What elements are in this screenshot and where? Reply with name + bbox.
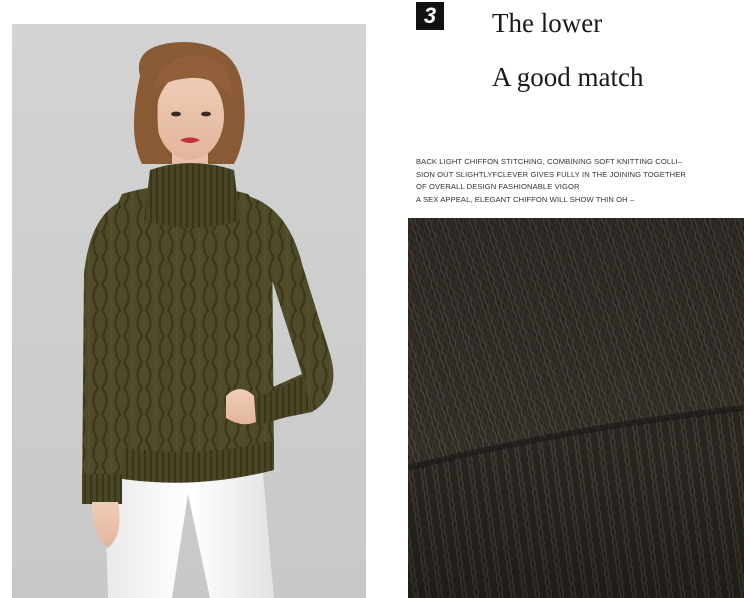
description-line: SION OUT SLIGHTLYFCLEVER GIVES FULLY IN … bbox=[416, 169, 687, 179]
headline-line-1: The lower bbox=[492, 8, 603, 38]
fabric-closeup-photo bbox=[408, 218, 744, 598]
turtleneck-collar bbox=[144, 163, 240, 228]
model-illustration bbox=[82, 42, 334, 598]
description-line: BACK LIGHT CHIFFON STITCHING, COMBINING … bbox=[416, 157, 683, 166]
product-description: BACK LIGHT CHIFFON STITCHING, COMBINING … bbox=[416, 156, 716, 206]
description-line: OF OVERALL DESIGN FASHIONABLE VIGOR bbox=[416, 182, 580, 192]
white-pants bbox=[104, 464, 274, 598]
hand-on-hip bbox=[226, 389, 256, 425]
model-photo bbox=[12, 24, 366, 598]
face bbox=[156, 72, 224, 160]
description-line: A SEX APPEAL, ELEGANT CHIFFON WILL SHOW … bbox=[416, 194, 635, 204]
left-cuff bbox=[82, 474, 122, 504]
step-number-badge: 3 bbox=[416, 2, 444, 30]
headline-line-2: A good match bbox=[492, 62, 644, 92]
knit-texture bbox=[408, 218, 744, 598]
